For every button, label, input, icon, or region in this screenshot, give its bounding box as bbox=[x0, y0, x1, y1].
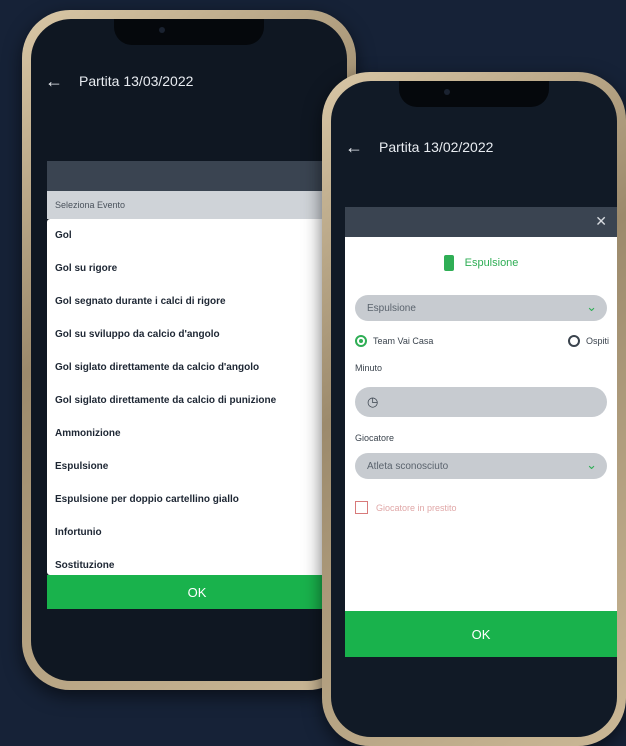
app-bar: ← Partita 13/02/2022 bbox=[331, 111, 617, 183]
chevron-down-icon: ⌄ bbox=[586, 457, 597, 472]
notch bbox=[114, 19, 264, 45]
page-title: Partita 13/03/2022 bbox=[79, 73, 194, 89]
player-select[interactable]: Atleta sconosciuto ⌄ bbox=[355, 453, 607, 479]
phone-left: ← Partita 13/03/2022 ✕ Seleziona Evento … bbox=[22, 10, 356, 690]
phone-right: ← Partita 13/02/2022 ✕ Espulsione Espuls… bbox=[322, 72, 626, 746]
camera-icon bbox=[444, 89, 450, 95]
team-away-label: Ospiti bbox=[585, 336, 609, 346]
page-title: Partita 13/02/2022 bbox=[379, 139, 494, 155]
event-list-item[interactable]: Gol su sviluppo da calcio d'angolo bbox=[47, 318, 347, 351]
event-select-value: Espulsione bbox=[367, 302, 416, 314]
red-card-icon bbox=[443, 255, 454, 271]
event-list-item[interactable]: Espulsione bbox=[47, 450, 347, 483]
ok-button[interactable]: OK bbox=[345, 611, 617, 657]
event-select-value: Seleziona Evento bbox=[55, 200, 126, 210]
back-arrow-icon[interactable]: ← bbox=[45, 71, 63, 92]
dialog-title: Espulsione bbox=[464, 256, 519, 269]
phone-left-screen: ← Partita 13/03/2022 ✕ Seleziona Evento … bbox=[31, 19, 347, 681]
close-icon[interactable]: ✕ bbox=[595, 213, 607, 230]
event-select[interactable]: Espulsione ⌄ bbox=[355, 295, 607, 321]
checkbox-label: Giocatore in prestito bbox=[376, 502, 457, 513]
ok-label: OK bbox=[471, 626, 491, 642]
event-list-item[interactable]: Infortunio bbox=[47, 516, 347, 549]
team-home-radio[interactable]: Team Vai Casa bbox=[355, 335, 433, 347]
event-list-item[interactable]: Gol su rigore bbox=[47, 252, 347, 285]
loan-checkbox-row[interactable]: Giocatore in prestito bbox=[355, 501, 457, 514]
chevron-down-icon: ⌄ bbox=[586, 299, 597, 314]
dialog-header: ✕ bbox=[345, 207, 617, 237]
expulsion-form: Espulsione Espulsione ⌄ Team Vai Casa Os… bbox=[345, 237, 617, 627]
event-list-item[interactable]: Gol siglato direttamente da calcio di pu… bbox=[47, 384, 347, 417]
event-list: Gol Gol su rigore Gol segnato durante i ca… bbox=[47, 219, 347, 575]
phone-right-screen: ← Partita 13/02/2022 ✕ Espulsione Espuls… bbox=[331, 81, 617, 737]
clock-icon: ◷ bbox=[367, 394, 379, 409]
ok-button[interactable]: OK bbox=[47, 575, 347, 609]
player-select-value: Atleta sconosciuto bbox=[367, 460, 449, 472]
minute-label: Minuto bbox=[355, 363, 383, 373]
event-list-item[interactable]: Gol bbox=[47, 219, 347, 252]
radio-selected-icon bbox=[355, 335, 367, 347]
notch bbox=[399, 81, 549, 107]
event-list-item[interactable]: Gol siglato direttamente da calcio d'ang… bbox=[47, 351, 347, 384]
event-list-item[interactable]: Gol segnato durante i calci di rigore bbox=[47, 285, 347, 318]
event-list-item[interactable]: Espulsione per doppio cartellino giallo bbox=[47, 483, 347, 516]
checkbox[interactable] bbox=[355, 501, 368, 514]
team-home-label: Team Vai Casa bbox=[373, 336, 434, 346]
app-bar: ← Partita 13/03/2022 bbox=[31, 45, 347, 117]
ok-label: OK bbox=[187, 584, 207, 600]
team-away-radio[interactable]: Ospiti bbox=[567, 335, 609, 347]
back-arrow-icon[interactable]: ← bbox=[345, 137, 363, 158]
player-label: Giocatore bbox=[355, 433, 395, 443]
minute-input[interactable]: ◷ bbox=[355, 387, 607, 417]
dialog-header: ✕ bbox=[47, 161, 347, 191]
event-select[interactable]: Seleziona Evento bbox=[47, 191, 347, 219]
event-list-item[interactable]: Ammonizione bbox=[47, 417, 347, 450]
radio-empty-icon bbox=[567, 335, 580, 347]
dialog-title-row: Espulsione bbox=[345, 255, 617, 271]
camera-icon bbox=[159, 27, 165, 33]
